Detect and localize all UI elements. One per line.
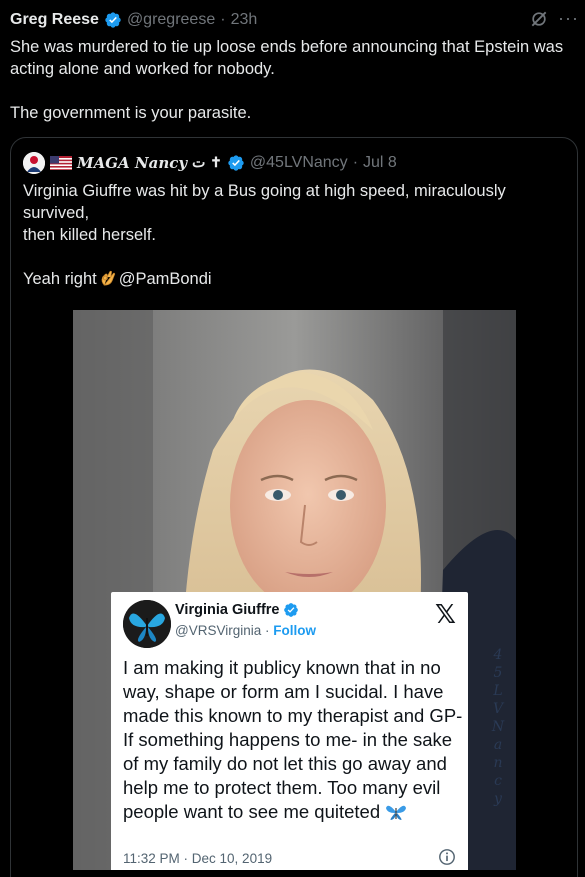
tweet-text-line: She was murdered to tie up loose ends be… [10, 38, 564, 78]
butterfly-emoji-icon [386, 805, 407, 820]
watermark-letter: 4 [493, 647, 503, 663]
quote-text-line: Virginia Giuffre was hit by a Bus going … [23, 182, 506, 222]
avatar[interactable] [23, 152, 45, 174]
card-author: Virginia Giuffre [175, 602, 299, 618]
grok-icon[interactable] [529, 9, 549, 29]
quote-text-line: then killed herself. [23, 226, 156, 244]
tweet-text-line: The government is your parasite. [10, 104, 252, 122]
tweet[interactable]: Greg Reese @gregreese · 23h ··· She was … [0, 0, 585, 877]
separator-dot: · [265, 623, 270, 638]
separator-dot: · [220, 11, 226, 28]
author-name[interactable]: Greg Reese [10, 11, 99, 29]
card-timestamp[interactable]: 11:32 PM · Dec 10, 2019 [123, 851, 272, 866]
watermark-letter: N [491, 719, 505, 735]
ok-hand-emoji-icon [101, 270, 115, 286]
more-icon[interactable]: ··· [558, 8, 579, 29]
watermark-letter: n [493, 755, 503, 771]
follow-button[interactable]: Follow [273, 623, 316, 638]
watermark-letter: y [494, 791, 502, 807]
tweet-header: Greg Reese @gregreese · 23h [10, 8, 257, 32]
verified-badge-icon [284, 603, 299, 617]
quote-header: MAGA Nancy ت ✝ @45LVNancy · Jul 8 [23, 152, 397, 174]
watermark-letter: V [492, 701, 504, 717]
avatar[interactable] [123, 600, 171, 648]
verified-badge-icon [105, 12, 121, 28]
card-author-name[interactable]: Virginia Giuffre [175, 602, 279, 618]
card-subline: @VRSVirginia · Follow [175, 623, 316, 638]
author-handle[interactable]: @gregreese [127, 11, 215, 29]
tweet-time[interactable]: 23h [231, 11, 258, 29]
watermark-letter: a [493, 737, 503, 753]
watermark-letter: 5 [493, 665, 503, 681]
quote-tweet[interactable]: MAGA Nancy ت ✝ @45LVNancy · Jul 8 Virgin… [10, 137, 578, 877]
quote-text: Virginia Giuffre was hit by a Bus going … [23, 180, 563, 290]
card-text: I am making it publicy known that in no … [123, 656, 463, 824]
embedded-tweet-card[interactable]: Virginia Giuffre @VRSVirginia · Follow 𝕏… [111, 592, 468, 870]
card-handle[interactable]: @VRSVirginia [175, 623, 261, 638]
us-flag-icon [50, 156, 72, 170]
attached-image[interactable]: Virginia Giuffre @VRSVirginia · Follow 𝕏… [73, 310, 516, 870]
verified-badge-icon [228, 155, 244, 171]
quote-mention[interactable]: @PamBondi [119, 270, 212, 288]
x-logo-icon: 𝕏 [435, 600, 456, 630]
watermark-letter: L [493, 683, 503, 699]
quote-date[interactable]: Jul 8 [363, 154, 397, 172]
separator-dot: · [352, 154, 359, 171]
info-icon[interactable] [438, 848, 456, 866]
quote-author-handle[interactable]: @45LVNancy [250, 154, 348, 172]
card-text-body: I am making it publicy known that in no … [123, 657, 463, 822]
watermark-letter: c [494, 773, 502, 789]
watermark: 4 5 LVNancy [489, 646, 507, 808]
tweet-text: She was murdered to tie up loose ends be… [10, 36, 580, 124]
quote-author-suffix: ت ✝ [192, 155, 222, 171]
quote-text-line: Yeah right @PamBondi [23, 268, 563, 290]
quote-text-yeah: Yeah right [23, 270, 97, 288]
quote-author-name[interactable]: MAGA Nancy [77, 154, 187, 172]
